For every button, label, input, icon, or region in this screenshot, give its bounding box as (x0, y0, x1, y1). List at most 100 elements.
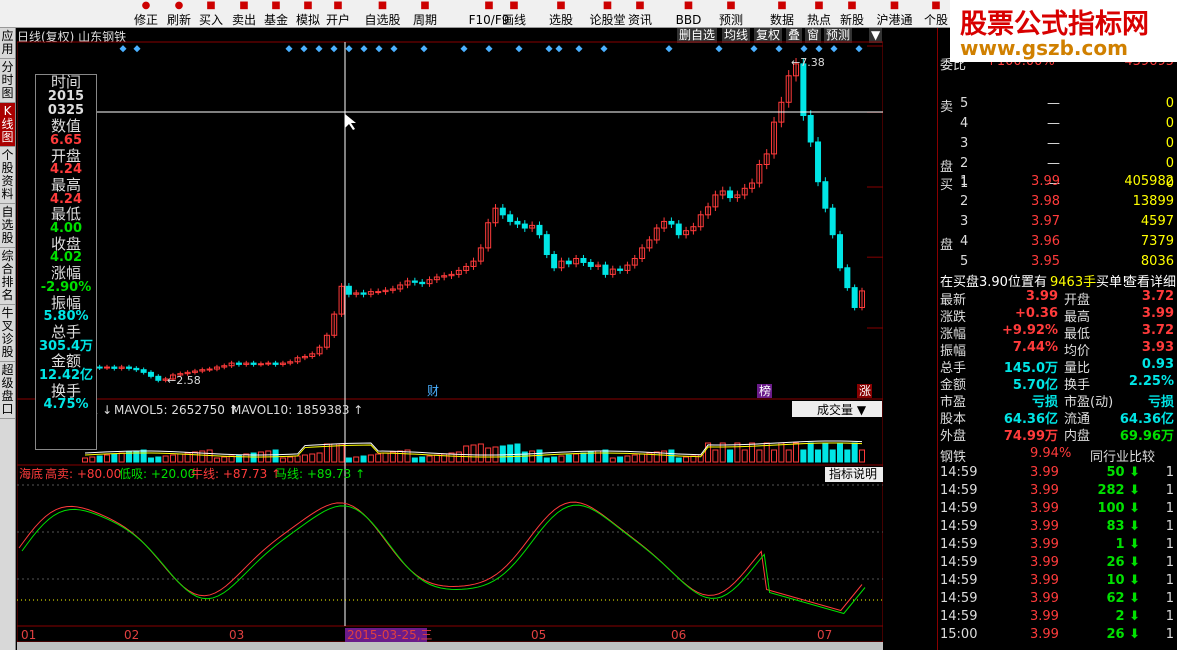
event-marker[interactable] (390, 45, 398, 53)
candle-body[interactable] (507, 214, 514, 222)
candle-body[interactable] (675, 223, 682, 236)
event-marker[interactable] (855, 45, 863, 53)
event-marker[interactable] (775, 45, 783, 53)
chart-marker[interactable]: 财 (427, 384, 439, 398)
candle-body[interactable] (206, 368, 213, 371)
event-marker[interactable] (815, 45, 823, 53)
sidebar-item-1[interactable]: 分时图 (0, 59, 15, 103)
event-marker[interactable] (315, 45, 323, 53)
candle-body[interactable] (521, 223, 528, 229)
candle-body[interactable] (587, 261, 594, 267)
event-marker[interactable] (460, 45, 468, 53)
event-marker[interactable] (360, 45, 368, 53)
toolbar-btn-0[interactable]: ● 修正 (130, 0, 162, 28)
candle-body[interactable] (727, 190, 734, 199)
event-marker[interactable] (485, 45, 493, 53)
toolbar-item-15[interactable]: ■ 热点 (803, 0, 835, 28)
candle-body[interactable] (257, 363, 264, 366)
chart-marker[interactable]: 榜 (759, 383, 771, 398)
toolbar-item-9[interactable]: ■ 选股 (545, 0, 577, 28)
sidebar-item-2[interactable]: K线图 (0, 103, 15, 147)
event-marker[interactable] (119, 45, 127, 53)
candle-body[interactable] (668, 220, 675, 225)
candle-body[interactable] (837, 234, 844, 269)
event-marker[interactable] (545, 45, 553, 53)
sidebar-item-3[interactable]: 个股资料 (0, 147, 15, 204)
candle-body[interactable] (235, 362, 242, 365)
chart-canvas[interactable]: 7.656.655.524.463.39←7.38←2.586.65财榜涨51 … (17, 28, 883, 642)
toolbar-item-1[interactable]: ■ 卖出 (228, 0, 260, 28)
event-marker[interactable] (515, 45, 523, 53)
kline-chart-area[interactable]: 日线(复权) 山东钢铁 删自选均线复权叠窗预测▼ 7.656.655.524.4… (17, 28, 883, 650)
event-marker[interactable] (800, 45, 808, 53)
toolbar-item-16[interactable]: ■ 新股 (836, 0, 868, 28)
chart-marker[interactable]: 涨 (859, 383, 871, 398)
toolbar-item-6[interactable]: ■ 周期 (409, 0, 441, 28)
sidebar-item-5[interactable]: 综合排名 (0, 248, 15, 305)
candle-body[interactable] (551, 254, 558, 269)
candle-body[interactable] (419, 281, 426, 285)
candle-body[interactable] (250, 362, 257, 365)
candle-body[interactable] (800, 63, 807, 117)
sidebar-item-0[interactable]: 应用 (0, 28, 15, 59)
event-marker[interactable] (715, 45, 723, 53)
toolbar-item-0[interactable]: ■ 买入 (195, 0, 227, 28)
candle-body[interactable] (375, 291, 382, 294)
toolbar-item-14[interactable]: ■ 数据 (766, 0, 798, 28)
candle-body[interactable] (851, 287, 858, 308)
sidebar-item-4[interactable]: 自选股 (0, 204, 15, 248)
candle-body[interactable] (125, 366, 132, 369)
candle-body[interactable] (807, 115, 814, 143)
event-marker[interactable] (375, 45, 383, 53)
candle-body[interactable] (514, 220, 521, 225)
event-marker[interactable] (555, 45, 563, 53)
candle-body[interactable] (411, 280, 418, 283)
candle-body[interactable] (111, 366, 118, 369)
candle-body[interactable] (822, 181, 829, 209)
toolbar-item-8[interactable]: ■ 画线 (498, 0, 530, 28)
candle-body[interactable] (829, 207, 836, 236)
candle-body[interactable] (140, 369, 147, 373)
candle-body[interactable] (536, 224, 543, 236)
candle-body[interactable] (815, 141, 822, 183)
candle-body[interactable] (345, 285, 352, 295)
toolbar-item-4[interactable]: ■ 开户 (322, 0, 354, 28)
candle-body[interactable] (617, 268, 624, 271)
candle-body[interactable] (580, 257, 587, 263)
toolbar-item-11[interactable]: ■ 资讯 (624, 0, 656, 28)
candle-body[interactable] (543, 234, 550, 256)
event-marker[interactable] (133, 45, 141, 53)
event-marker[interactable] (830, 45, 838, 53)
candle-body[interactable] (265, 362, 272, 365)
candle-body[interactable] (96, 366, 103, 369)
toolbar-item-12[interactable]: ■ BBD (666, 0, 711, 28)
bottom-tabs[interactable] (17, 642, 883, 650)
event-marker[interactable] (665, 45, 673, 53)
candle-body[interactable] (272, 362, 279, 365)
event-marker[interactable] (420, 45, 428, 53)
toolbar-item-3[interactable]: ■ 模拟 (292, 0, 324, 28)
toolbar-item-5[interactable]: ■ 自选股 (360, 0, 405, 28)
event-marker[interactable] (330, 45, 338, 53)
candle-body[interactable] (844, 267, 851, 289)
event-marker[interactable] (285, 45, 293, 53)
toolbar-item-13[interactable]: ■ 预测 (715, 0, 747, 28)
sidebar-item-7[interactable]: 超级盘口 (0, 362, 15, 419)
toolbar-item-17[interactable]: ■ 沪港通 (872, 0, 917, 28)
candle-body[interactable] (155, 375, 162, 381)
toolbar-item-2[interactable]: ■ 基金 (260, 0, 292, 28)
candle-body[interactable] (103, 366, 110, 369)
sidebar-item-6[interactable]: 牛叉诊股 (0, 305, 15, 362)
toolbar-item-18[interactable]: ■ 个股 (920, 0, 952, 28)
event-marker[interactable] (750, 45, 758, 53)
event-marker[interactable] (345, 45, 353, 53)
candle-body[interactable] (147, 371, 154, 377)
event-marker[interactable] (600, 45, 608, 53)
candle-body[interactable] (360, 292, 367, 295)
candle-body[interactable] (499, 207, 506, 216)
candle-body[interactable] (602, 264, 609, 275)
candle-body[interactable] (133, 367, 140, 371)
event-marker[interactable] (300, 45, 308, 53)
event-marker[interactable] (575, 45, 583, 53)
candle-body[interactable] (565, 260, 572, 265)
